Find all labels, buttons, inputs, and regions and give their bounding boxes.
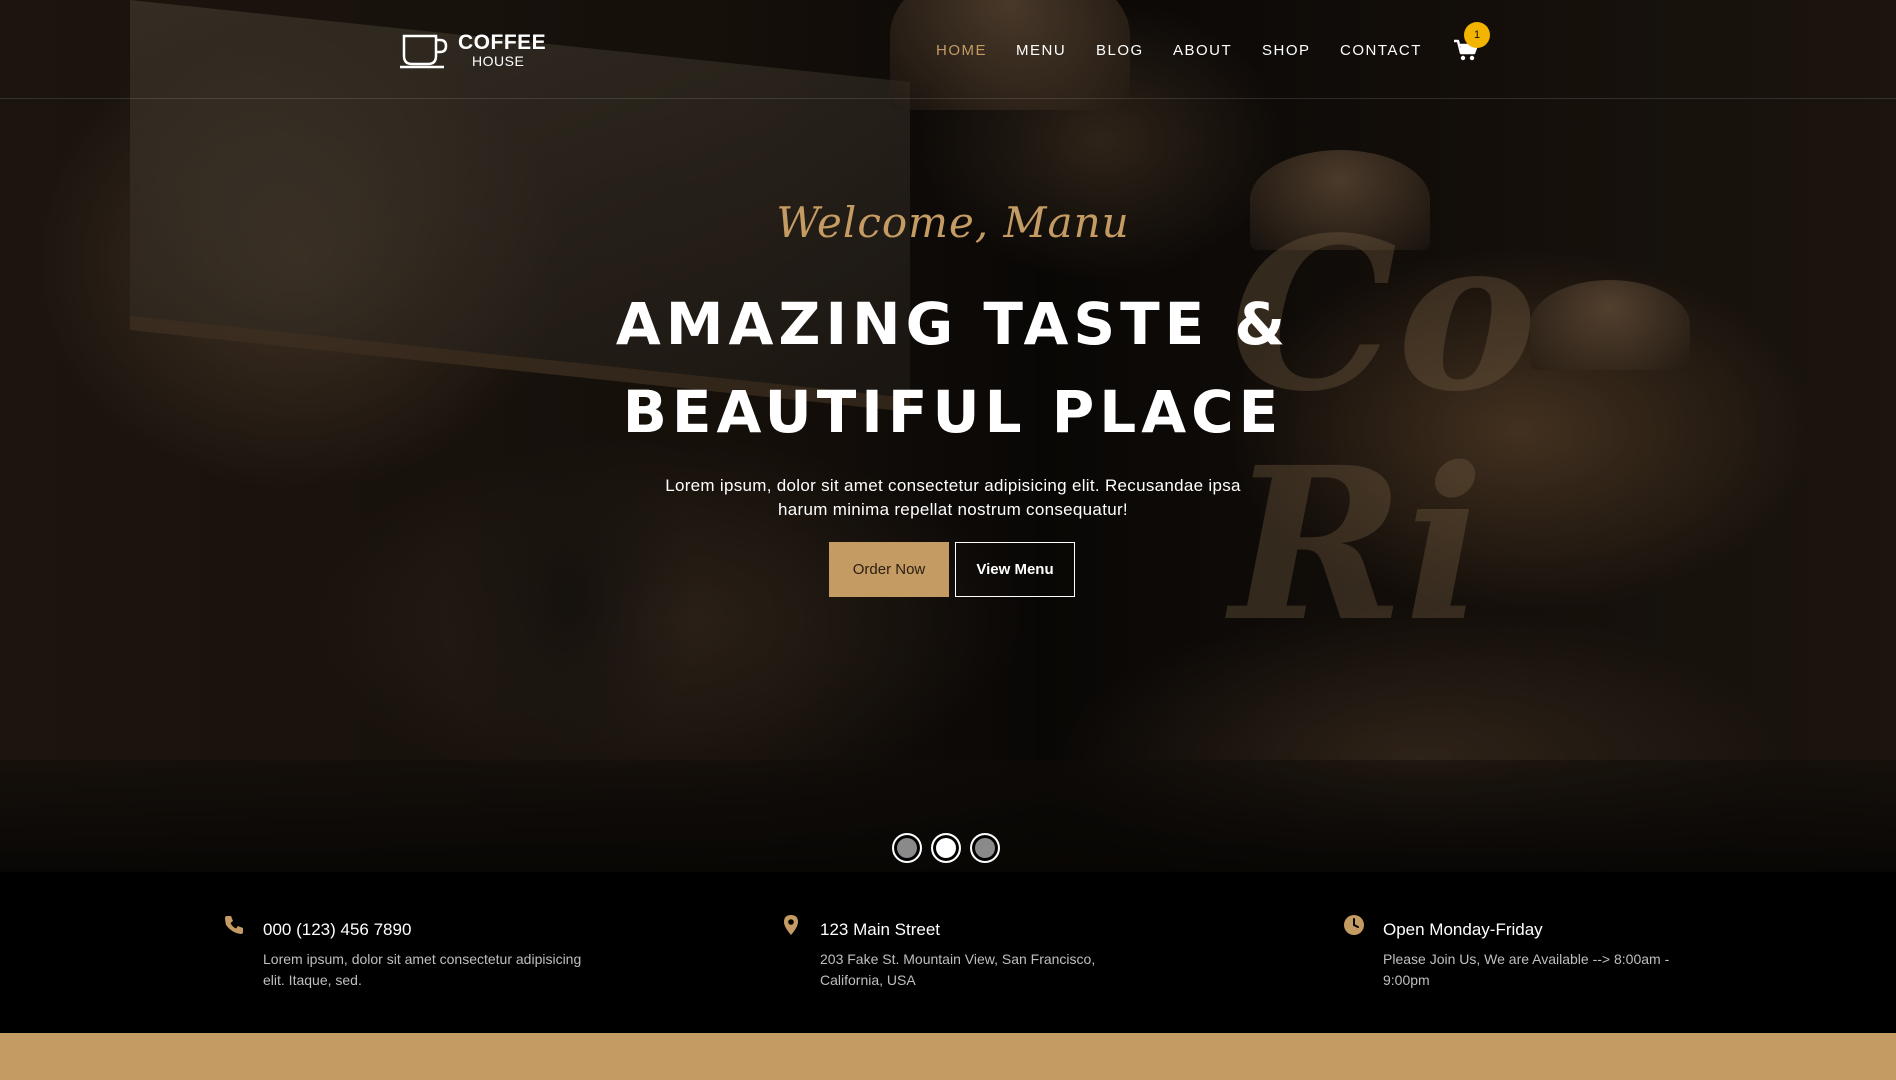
next-section-strip [0,1033,1896,1080]
hours-description: Please Join Us, We are Available --> 8:0… [1383,951,1670,988]
headline-line-1: AMAZING TASTE & [615,290,1291,358]
nav-menu[interactable]: MENU [1016,42,1066,59]
slider-dot-1[interactable] [892,833,922,863]
site-logo[interactable]: COFFEE HOUSE [398,30,548,72]
address-description: 203 Fake St. Mountain View, San Francisc… [820,951,1096,988]
phone-number: 000 (123) 456 7890 [263,920,412,939]
coffee-cup-icon [400,34,448,69]
nav-shop[interactable]: SHOP [1262,42,1311,59]
logo-subtitle: HOUSE [472,53,525,69]
slider-dot-2[interactable] [931,833,961,863]
nav-contact[interactable]: CONTACT [1340,42,1422,59]
hero-tagline: Lorem ipsum, dolor sit amet consectetur … [665,476,1241,519]
clock-icon [1344,915,1364,935]
hero-headline: AMAZING TASTE & BEAUTIFUL PLACE [0,280,1896,456]
hours-title: Open Monday-Friday [1383,920,1543,939]
map-pin-icon [784,915,798,935]
cart-count-badge: 1 [1464,22,1490,48]
site-header: COFFEE HOUSE HOME MENU BLOG ABOUT SHOP C… [0,0,1896,99]
order-now-button[interactable]: Order Now [829,542,949,597]
nav-home[interactable]: HOME [936,42,987,59]
phone-description: Lorem ipsum, dolor sit amet consectetur … [263,951,582,988]
info-bar: 000 (123) 456 7890 Lorem ipsum, dolor si… [0,872,1896,1033]
address-street: 123 Main Street [820,920,941,939]
view-menu-button[interactable]: View Menu [955,542,1075,597]
headline-line-2: BEAUTIFUL PLACE [622,378,1284,446]
phone-icon [225,916,243,934]
slider-dot-3[interactable] [970,833,1000,863]
welcome-text: Welcome, Manu [776,198,1130,247]
nav-blog[interactable]: BLOG [1096,42,1144,59]
logo-title: COFFEE [458,31,547,54]
nav-about[interactable]: ABOUT [1173,42,1232,59]
